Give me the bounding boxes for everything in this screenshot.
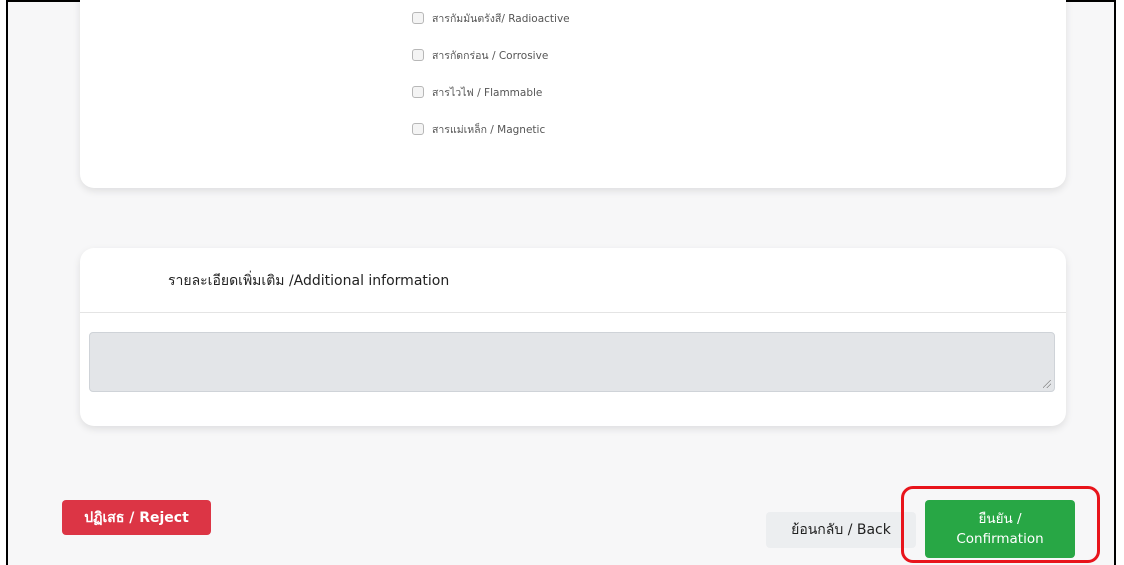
flammable-label: สารไวไฟ / Flammable [432, 86, 543, 99]
form-page: สารกัมมันตรังสี/ Radioactive สารกัดกร่อน… [8, 0, 1114, 565]
flammable-checkbox[interactable] [412, 86, 424, 98]
magnetic-checkbox[interactable] [412, 123, 424, 135]
back-button[interactable]: ย้อนกลับ / Back [766, 512, 916, 548]
hazard-options-card: สารกัมมันตรังสี/ Radioactive สารกัดกร่อน… [80, 0, 1066, 188]
magnetic-label: สารแม่เหล็ก / Magnetic [432, 123, 546, 136]
checkbox-row-radioactive[interactable]: สารกัมมันตรังสี/ Radioactive [412, 9, 570, 27]
additional-info-title: รายละเอียดเพิ่มเติม /Additional informat… [168, 273, 450, 289]
radioactive-checkbox[interactable] [412, 12, 424, 24]
additional-info-textarea[interactable] [89, 332, 1055, 392]
reject-button[interactable]: ปฏิเสธ / Reject [62, 500, 211, 535]
additional-info-card: รายละเอียดเพิ่มเติม /Additional informat… [80, 248, 1066, 426]
checkbox-row-flammable[interactable]: สารไวไฟ / Flammable [412, 83, 542, 101]
checkbox-row-corrosive[interactable]: สารกัดกร่อน / Corrosive [412, 46, 548, 64]
radioactive-label: สารกัมมันตรังสี/ Radioactive [432, 12, 570, 25]
resize-handle-icon[interactable] [1043, 380, 1051, 388]
confirm-highlight-annotation [901, 486, 1100, 563]
corrosive-label: สารกัดกร่อน / Corrosive [432, 49, 549, 62]
window-border-right [1114, 0, 1116, 565]
corrosive-checkbox[interactable] [412, 49, 424, 61]
card-divider [80, 312, 1066, 313]
checkbox-row-magnetic[interactable]: สารแม่เหล็ก / Magnetic [412, 120, 545, 138]
